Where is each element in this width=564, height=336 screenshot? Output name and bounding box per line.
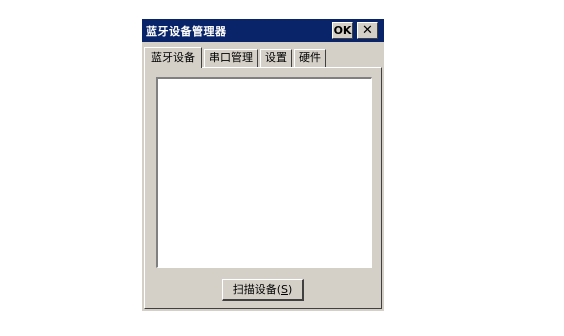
window-title: 蓝牙设备管理器 (146, 25, 227, 38)
tab-hardware[interactable]: 硬件 (294, 49, 326, 67)
tab-serial-port-management[interactable]: 串口管理 (204, 49, 258, 67)
bluetooth-manager-window: 蓝牙设备管理器 OK ✕ 蓝牙设备 串口管理 设置 硬件 扫描设备(S) (142, 19, 384, 311)
device-list[interactable] (156, 77, 372, 268)
tab-settings[interactable]: 设置 (260, 49, 292, 67)
scan-button-mnemonic: S (281, 283, 288, 296)
tab-panel-bluetooth-devices: 扫描设备(S) (144, 67, 382, 309)
close-button[interactable]: ✕ (357, 22, 378, 39)
scan-button-label-prefix: 扫描设备( (232, 283, 281, 296)
scan-devices-button[interactable]: 扫描设备(S) (222, 279, 304, 301)
tab-strip: 蓝牙设备 串口管理 设置 硬件 (144, 47, 328, 68)
close-icon: ✕ (362, 23, 373, 38)
title-bar[interactable]: 蓝牙设备管理器 OK ✕ (142, 19, 384, 42)
scan-button-label-suffix: ) (287, 283, 293, 296)
ok-button[interactable]: OK (332, 22, 353, 39)
tab-bluetooth-devices[interactable]: 蓝牙设备 (144, 47, 202, 68)
